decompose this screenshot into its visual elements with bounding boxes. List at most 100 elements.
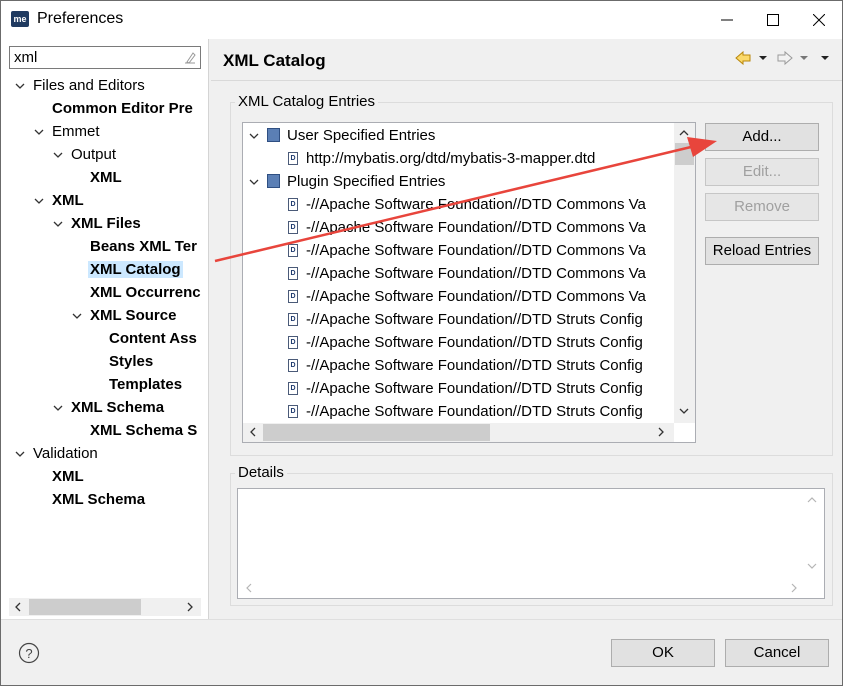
- dtd-file-icon: D: [288, 336, 298, 349]
- chevron-down-icon[interactable]: [72, 305, 82, 327]
- tree-item-output-xml[interactable]: XML: [90, 167, 122, 189]
- close-icon: [813, 14, 825, 26]
- tree-item-label: Templates: [109, 376, 183, 393]
- filter-input[interactable]: xml: [9, 46, 201, 69]
- catalog-entry-row[interactable]: D -//Apache Software Foundation//DTD Com…: [243, 285, 674, 308]
- cancel-button[interactable]: Cancel: [725, 639, 829, 667]
- chevron-left-icon[interactable]: [244, 583, 254, 593]
- scrollbar-thumb[interactable]: [263, 424, 490, 441]
- tree-item-xml-schema-s[interactable]: XML Schema S: [90, 420, 197, 442]
- dtd-file-icon: D: [288, 152, 298, 165]
- catalog-entry-row[interactable]: D -//Apache Software Foundation//DTD Str…: [243, 331, 674, 354]
- tree-horizontal-scrollbar[interactable]: [9, 598, 201, 616]
- chevron-left-icon[interactable]: [13, 602, 23, 612]
- minimize-icon: [721, 19, 733, 21]
- tree-item-validation-xml[interactable]: XML: [52, 466, 84, 488]
- ok-button[interactable]: OK: [611, 639, 715, 667]
- catalog-entry-row[interactable]: D http://mybatis.org/dtd/mybatis-3-mappe…: [243, 147, 674, 170]
- tree-node-plugin-specified[interactable]: Plugin Specified Entries: [243, 170, 674, 193]
- catalog-entry-label: -//Apache Software Foundation//DTD Strut…: [306, 380, 643, 397]
- tree-item-label: XML Files: [71, 215, 141, 232]
- dtd-file-icon: D: [288, 244, 298, 257]
- tree-item-label: XML Occurrenc: [90, 284, 201, 301]
- catalog-entry-label: -//Apache Software Foundation//DTD Strut…: [306, 311, 643, 328]
- tree-item-templates[interactable]: Templates: [109, 374, 182, 396]
- tree-item-xml-occurrences[interactable]: XML Occurrenc: [90, 282, 201, 304]
- chevron-left-icon[interactable]: [248, 427, 258, 437]
- tree-item-label: Emmet: [52, 123, 100, 140]
- edit-button[interactable]: Edit...: [705, 158, 819, 186]
- chevron-down-icon[interactable]: [15, 443, 25, 465]
- reload-entries-button[interactable]: Reload Entries: [705, 237, 819, 265]
- window-title: Preferences: [37, 10, 124, 27]
- maximize-button[interactable]: [750, 1, 796, 39]
- dtd-file-icon: D: [288, 221, 298, 234]
- minimize-button[interactable]: [704, 1, 750, 39]
- scrollbar-thumb[interactable]: [675, 143, 694, 165]
- dtd-file-icon: D: [288, 405, 298, 418]
- catalog-entry-label: -//Apache Software Foundation//DTD Commo…: [306, 265, 646, 282]
- chevron-right-icon[interactable]: [789, 583, 799, 593]
- chevron-up-icon[interactable]: [807, 495, 817, 505]
- forward-dropdown-chevron-icon[interactable]: [800, 56, 808, 60]
- catalog-entry-label: -//Apache Software Foundation//DTD Commo…: [306, 196, 646, 213]
- catalog-entry-row[interactable]: D -//Apache Software Foundation//DTD Str…: [243, 400, 674, 423]
- tree-item-label: Validation: [33, 445, 98, 462]
- back-arrow-icon[interactable]: [735, 50, 751, 66]
- chevron-down-icon[interactable]: [15, 75, 25, 97]
- dtd-file-icon: D: [288, 267, 298, 280]
- catalog-entry-label: -//Apache Software Foundation//DTD Commo…: [306, 288, 646, 305]
- dtd-file-icon: D: [288, 382, 298, 395]
- chevron-down-icon[interactable]: [807, 561, 817, 571]
- dtd-file-icon: D: [288, 198, 298, 211]
- tree-node-label: User Specified Entries: [287, 127, 436, 144]
- entries-vertical-scrollbar[interactable]: [674, 123, 695, 423]
- chevron-right-icon[interactable]: [656, 427, 666, 437]
- forward-arrow-icon[interactable]: [777, 50, 793, 66]
- catalog-entry-label: -//Apache Software Foundation//DTD Commo…: [306, 219, 646, 236]
- tree-item-content-assist[interactable]: Content Ass: [109, 328, 197, 350]
- tree-item-styles[interactable]: Styles: [109, 351, 153, 373]
- tree-node-user-specified[interactable]: User Specified Entries: [243, 124, 674, 147]
- catalog-entry-label: -//Apache Software Foundation//DTD Strut…: [306, 334, 643, 351]
- clear-filter-icon[interactable]: [184, 51, 196, 64]
- chevron-down-icon[interactable]: [53, 397, 63, 419]
- catalog-entry-row[interactable]: D -//Apache Software Foundation//DTD Str…: [243, 377, 674, 400]
- view-menu-icon[interactable]: [821, 56, 829, 60]
- catalog-entry-row[interactable]: D -//Apache Software Foundation//DTD Str…: [243, 354, 674, 377]
- scrollbar-thumb[interactable]: [29, 599, 141, 615]
- chevron-down-icon[interactable]: [249, 131, 259, 141]
- help-icon[interactable]: ?: [18, 642, 40, 664]
- catalog-entry-label: -//Apache Software Foundation//DTD Commo…: [306, 242, 646, 259]
- catalog-entries-tree[interactable]: User Specified Entries D http://mybatis.…: [242, 122, 696, 443]
- tree-item-beans-xml[interactable]: Beans XML Ter: [90, 236, 197, 258]
- catalog-entry-row[interactable]: D -//Apache Software Foundation//DTD Com…: [243, 239, 674, 262]
- entries-horizontal-scrollbar[interactable]: [243, 423, 674, 442]
- chevron-down-icon[interactable]: [34, 190, 44, 212]
- back-dropdown-chevron-icon[interactable]: [759, 56, 767, 60]
- catalog-entry-label: -//Apache Software Foundation//DTD Strut…: [306, 403, 643, 420]
- details-text-area[interactable]: [237, 488, 825, 599]
- title-bar: me Preferences: [1, 1, 842, 39]
- catalog-entry-label: http://mybatis.org/dtd/mybatis-3-mapper.…: [306, 150, 596, 167]
- chevron-down-icon[interactable]: [53, 213, 63, 235]
- chevron-down-icon[interactable]: [53, 144, 63, 166]
- close-button[interactable]: [796, 1, 842, 39]
- tree-item-xml-catalog[interactable]: XML Catalog: [88, 259, 183, 281]
- chevron-down-icon[interactable]: [249, 177, 259, 187]
- chevron-down-icon[interactable]: [34, 121, 44, 143]
- tree-item-validation-xml-schema[interactable]: XML Schema: [52, 489, 145, 511]
- remove-button[interactable]: Remove: [705, 193, 819, 221]
- tree-item-common-editor[interactable]: Common Editor Pre: [52, 98, 193, 120]
- add-button[interactable]: Add...: [705, 123, 819, 151]
- chevron-right-icon[interactable]: [185, 602, 195, 612]
- tree-item-label: XML: [90, 169, 122, 186]
- tree-item-label: Beans XML Ter: [90, 238, 197, 255]
- catalog-entry-row[interactable]: D -//Apache Software Foundation//DTD Com…: [243, 216, 674, 239]
- catalog-entry-row[interactable]: D -//Apache Software Foundation//DTD Str…: [243, 308, 674, 331]
- catalog-entry-row[interactable]: D -//Apache Software Foundation//DTD Com…: [243, 193, 674, 216]
- chevron-up-icon[interactable]: [679, 128, 689, 138]
- chevron-down-icon[interactable]: [679, 406, 689, 416]
- catalog-entry-row[interactable]: D -//Apache Software Foundation//DTD Com…: [243, 262, 674, 285]
- tree-item-label: Files and Editors: [33, 77, 145, 94]
